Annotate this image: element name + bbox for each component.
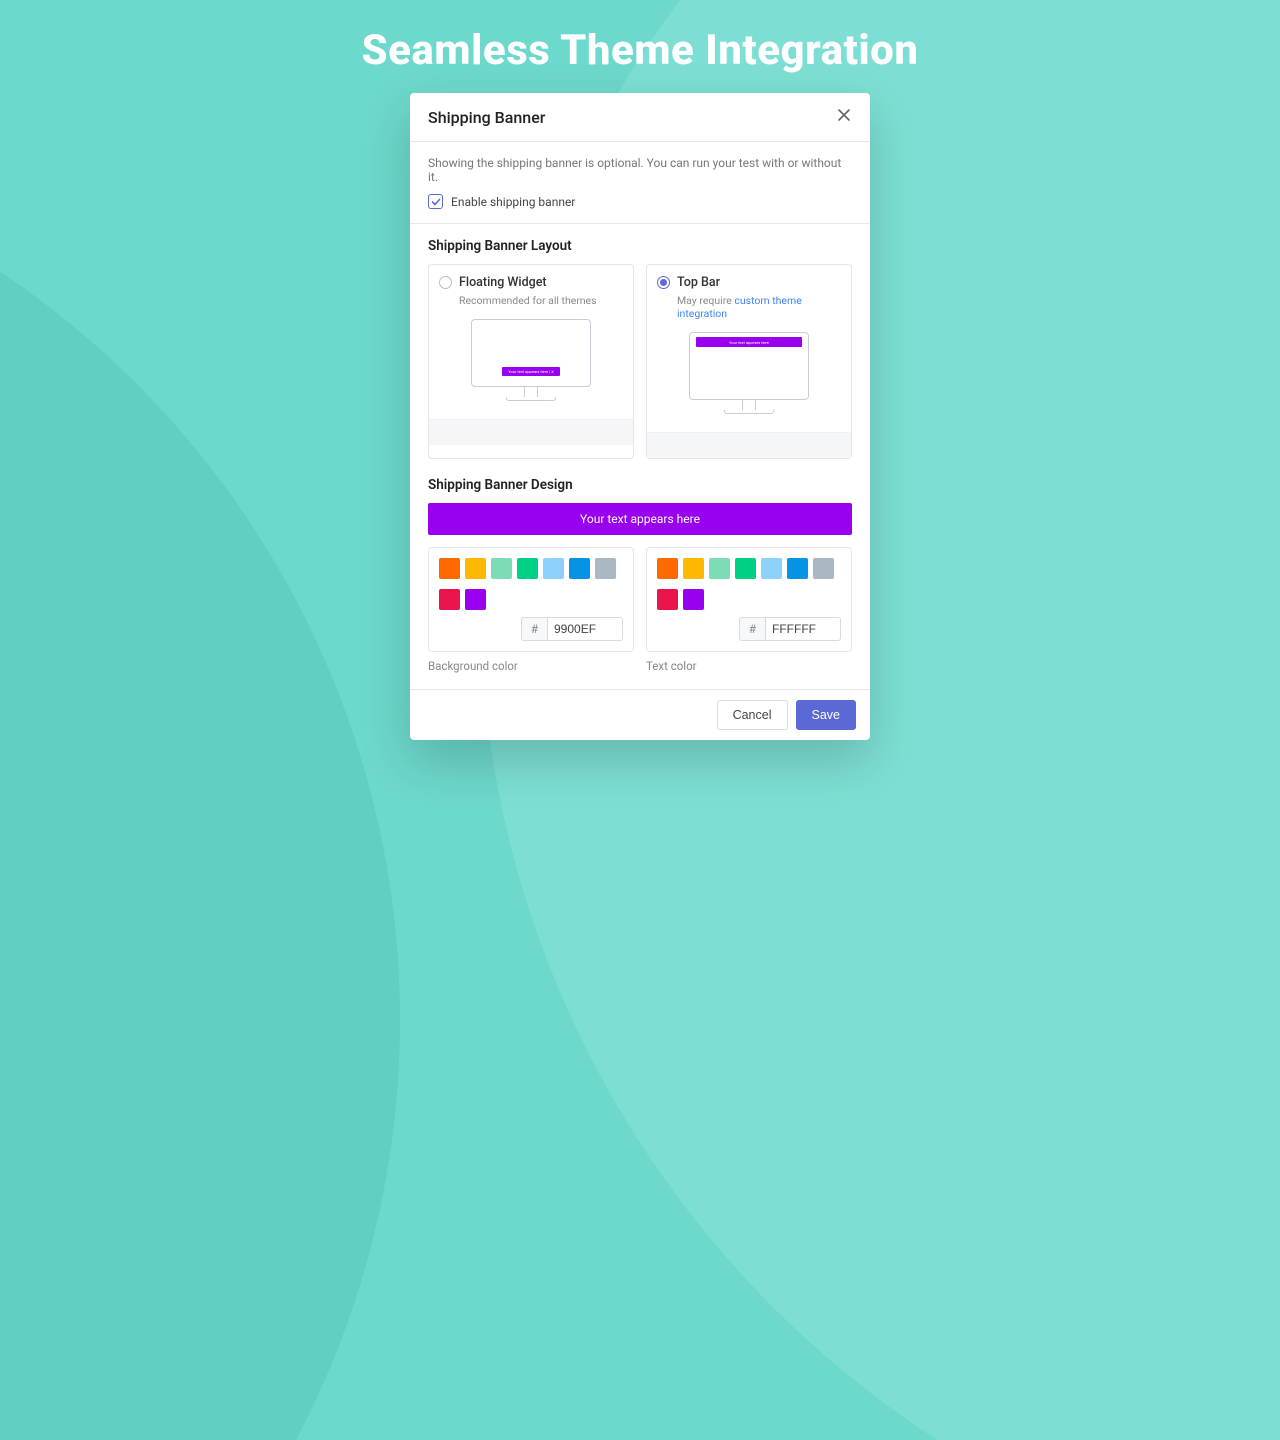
close-icon[interactable] bbox=[836, 107, 852, 127]
layout-option-floating[interactable]: Floating Widget Recommended for all them… bbox=[428, 264, 634, 459]
checkbox-icon[interactable] bbox=[428, 194, 443, 209]
color-swatch[interactable] bbox=[439, 558, 460, 579]
layout-name-floating: Floating Widget bbox=[459, 275, 547, 290]
layout-sub-topbar: May require custom theme integration bbox=[677, 294, 841, 320]
monitor-topbar: Your text appears here bbox=[657, 320, 841, 432]
page-heading: Seamless Theme Integration bbox=[0, 0, 1280, 75]
color-swatch[interactable] bbox=[465, 589, 486, 610]
cancel-button[interactable]: Cancel bbox=[717, 700, 788, 730]
layout-name-topbar: Top Bar bbox=[677, 275, 720, 290]
color-swatch[interactable] bbox=[683, 558, 704, 579]
intro-section: Showing the shipping banner is optional.… bbox=[410, 142, 870, 224]
design-section: Shipping Banner Design Your text appears… bbox=[410, 463, 870, 689]
layout-section-title: Shipping Banner Layout bbox=[428, 238, 852, 254]
floating-preview-text: Your text appears here | X bbox=[508, 369, 553, 374]
color-swatch[interactable] bbox=[439, 589, 460, 610]
hash-prefix: # bbox=[739, 617, 765, 641]
save-button[interactable]: Save bbox=[796, 700, 857, 730]
topbar-preview-text: Your text appears here bbox=[729, 340, 769, 345]
color-swatch[interactable] bbox=[657, 589, 678, 610]
layout-section: Shipping Banner Layout Floating Widget R… bbox=[410, 224, 870, 463]
color-swatch[interactable] bbox=[569, 558, 590, 579]
radio-topbar[interactable] bbox=[657, 276, 670, 289]
layout-option-topbar[interactable]: Top Bar May require custom theme integra… bbox=[646, 264, 852, 459]
color-swatch[interactable] bbox=[595, 558, 616, 579]
bg-hex-input[interactable] bbox=[547, 617, 623, 641]
color-swatch[interactable] bbox=[465, 558, 486, 579]
color-swatch[interactable] bbox=[543, 558, 564, 579]
color-swatch[interactable] bbox=[813, 558, 834, 579]
layout-sub-floating: Recommended for all themes bbox=[459, 294, 623, 307]
modal-title: Shipping Banner bbox=[428, 108, 545, 127]
modal-footer: Cancel Save bbox=[410, 689, 870, 740]
bg-swatches bbox=[439, 558, 623, 610]
banner-preview: Your text appears here bbox=[428, 503, 852, 535]
radio-floating[interactable] bbox=[439, 276, 452, 289]
color-swatch[interactable] bbox=[709, 558, 730, 579]
color-swatch[interactable] bbox=[761, 558, 782, 579]
shipping-banner-modal: Shipping Banner Showing the shipping ban… bbox=[410, 93, 870, 740]
bg-color-panel: # bbox=[428, 547, 634, 652]
bg-color-label: Background color bbox=[428, 659, 634, 673]
enable-checkbox-row[interactable]: Enable shipping banner bbox=[428, 194, 852, 209]
monitor-floating: Your text appears here | X bbox=[439, 307, 623, 419]
layout-sub-prefix: May require bbox=[677, 294, 734, 307]
color-swatch[interactable] bbox=[491, 558, 512, 579]
color-swatch[interactable] bbox=[657, 558, 678, 579]
hash-prefix: # bbox=[521, 617, 547, 641]
design-section-title: Shipping Banner Design bbox=[428, 477, 852, 493]
checkbox-label: Enable shipping banner bbox=[451, 195, 575, 209]
txt-hex-input[interactable] bbox=[765, 617, 841, 641]
intro-text: Showing the shipping banner is optional.… bbox=[428, 156, 852, 184]
color-swatch[interactable] bbox=[787, 558, 808, 579]
color-swatch[interactable] bbox=[735, 558, 756, 579]
txt-color-label: Text color bbox=[646, 659, 852, 673]
txt-color-panel: # bbox=[646, 547, 852, 652]
modal-header: Shipping Banner bbox=[410, 93, 870, 142]
color-swatch[interactable] bbox=[517, 558, 538, 579]
txt-swatches bbox=[657, 558, 841, 610]
color-swatch[interactable] bbox=[683, 589, 704, 610]
